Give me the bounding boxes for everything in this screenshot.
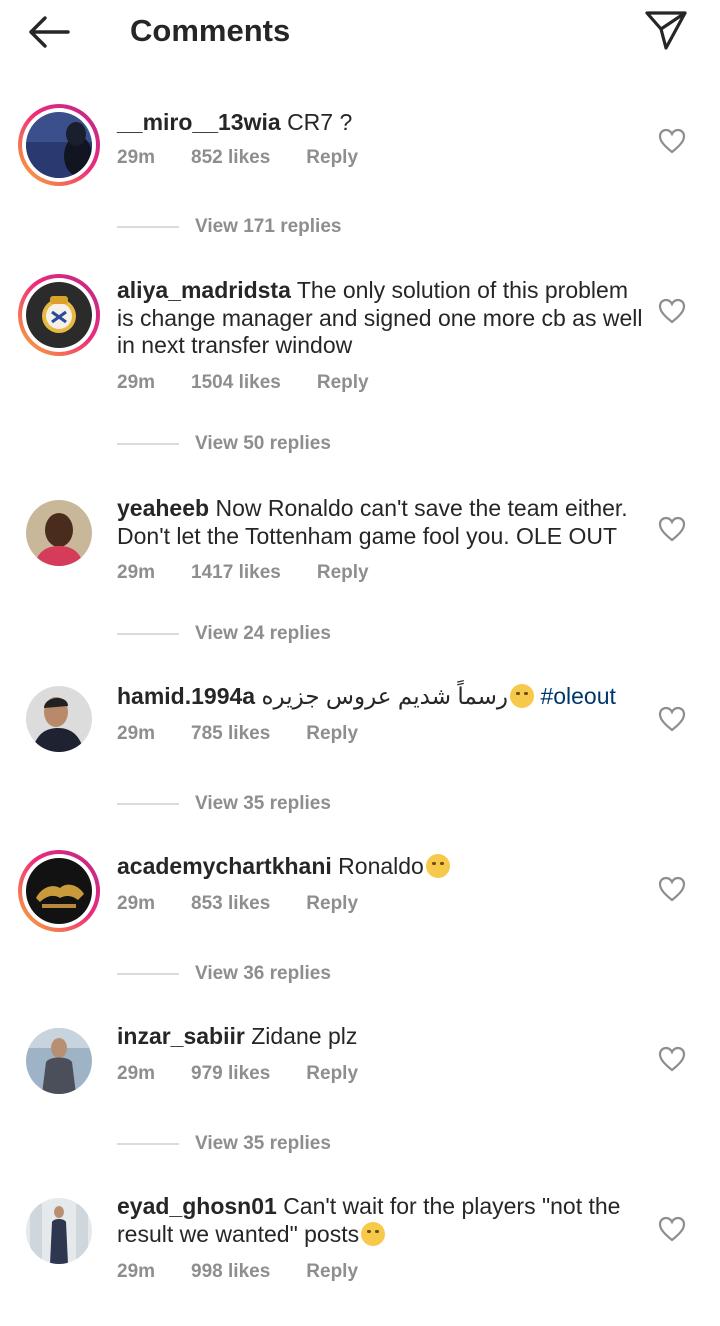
reply-button[interactable]: Reply xyxy=(306,723,358,744)
avatar[interactable] xyxy=(18,678,100,760)
comment-body: Zidane plz xyxy=(251,1023,358,1049)
heart-icon[interactable] xyxy=(658,1216,686,1242)
view-replies-button[interactable]: View 171 replies xyxy=(117,214,341,240)
replies-divider xyxy=(117,443,179,445)
reply-button[interactable]: Reply xyxy=(306,1261,358,1282)
replies-divider xyxy=(117,633,179,635)
reply-button[interactable]: Reply xyxy=(306,1063,358,1084)
comment-text: academychartkhani Ronaldo xyxy=(117,853,645,881)
view-replies-label: View 24 replies xyxy=(195,623,331,644)
view-replies-button[interactable]: View 36 replies xyxy=(117,961,331,987)
comment-likes[interactable]: 998 likes xyxy=(191,1261,270,1282)
comment-body: رسماً شدیم عروس جزیره xyxy=(261,683,509,709)
view-replies-button[interactable]: View 35 replies xyxy=(117,1131,331,1157)
comment-meta: 29m 1417 likes Reply xyxy=(117,561,405,585)
comment-hashtag[interactable]: #oleout xyxy=(540,683,615,709)
heart-icon[interactable] xyxy=(658,876,686,902)
comment-meta: 29m 1504 likes Reply xyxy=(117,371,405,395)
comment-text: hamid.1994a رسماً شدیم عروس جزیره #oleou… xyxy=(117,683,645,711)
comment-time: 29m xyxy=(117,1261,156,1282)
comment-username[interactable]: inzar_sabiir xyxy=(117,1023,245,1049)
comment-time: 29m xyxy=(117,723,156,744)
view-replies-label: View 35 replies xyxy=(195,1133,331,1154)
share-button[interactable] xyxy=(640,6,692,54)
comment-meta: 29m 998 likes Reply xyxy=(117,1260,394,1284)
comment-likes[interactable]: 785 likes xyxy=(191,723,270,744)
comment-text: __miro__13wia CR7 ? xyxy=(117,109,645,137)
comment-username[interactable]: yeaheeb xyxy=(117,495,209,521)
avatar[interactable] xyxy=(18,1020,100,1102)
heart-icon[interactable] xyxy=(658,128,686,154)
avatar[interactable] xyxy=(18,492,100,574)
pensive-face-emoji xyxy=(510,684,535,708)
view-replies-label: View 36 replies xyxy=(195,963,331,984)
comment-time: 29m xyxy=(117,893,156,914)
crying-face-emoji xyxy=(425,854,450,878)
comment-meta: 29m 785 likes Reply xyxy=(117,722,394,746)
comment-time: 29m xyxy=(117,372,156,393)
comment-likes[interactable]: 853 likes xyxy=(191,893,270,914)
comment-text: aliya_madridsta The only solution of thi… xyxy=(117,277,645,360)
page-title: Comments xyxy=(130,13,291,48)
view-replies-label: View 171 replies xyxy=(195,216,342,237)
comment-text: inzar_sabiir Zidane plz xyxy=(117,1023,645,1051)
replies-divider xyxy=(117,973,179,975)
paper-plane-icon xyxy=(645,11,687,50)
reply-button[interactable]: Reply xyxy=(317,562,369,583)
comment-username[interactable]: eyad_ghosn01 xyxy=(117,1193,277,1219)
heart-icon[interactable] xyxy=(658,706,686,732)
comment-likes[interactable]: 979 likes xyxy=(191,1063,270,1084)
comment-meta: 29m 853 likes Reply xyxy=(117,892,394,916)
reply-button[interactable]: Reply xyxy=(306,147,358,168)
view-replies-button[interactable]: View 24 replies xyxy=(117,621,331,647)
comment-username[interactable]: academychartkhani xyxy=(117,853,332,879)
avatar[interactable] xyxy=(18,274,100,356)
avatar[interactable] xyxy=(18,850,100,932)
back-button[interactable] xyxy=(22,10,74,54)
comment-body: CR7 ? xyxy=(287,109,353,135)
replies-divider xyxy=(117,226,179,228)
reply-button[interactable]: Reply xyxy=(317,372,369,393)
comment-text: yeaheeb Now Ronaldo can't save the team … xyxy=(117,495,645,550)
rolling-eyes-face-emoji xyxy=(361,1221,386,1246)
comment-username[interactable]: aliya_madridsta xyxy=(117,277,291,303)
comment-time: 29m xyxy=(117,562,156,583)
comment-likes[interactable]: 1504 likes xyxy=(191,372,281,393)
view-replies-label: View 35 replies xyxy=(195,793,331,814)
comment-meta: 29m 852 likes Reply xyxy=(117,146,394,170)
view-replies-button[interactable]: View 35 replies xyxy=(117,791,331,817)
comment-time: 29m xyxy=(117,1063,156,1084)
replies-divider xyxy=(117,1143,179,1145)
arrow-left-icon xyxy=(29,16,70,48)
comment-text: eyad_ghosn01 Can't wait for the players … xyxy=(117,1193,645,1248)
comment-meta: 29m 979 likes Reply xyxy=(117,1062,394,1086)
replies-divider xyxy=(117,803,179,805)
view-replies-button[interactable]: View 50 replies xyxy=(117,431,331,457)
comment-body: Ronaldo xyxy=(338,853,424,879)
comment-username[interactable]: __miro__13wia xyxy=(117,109,281,135)
header-bar: Comments xyxy=(0,0,720,64)
heart-icon[interactable] xyxy=(658,1046,686,1072)
reply-button[interactable]: Reply xyxy=(306,893,358,914)
comment-likes[interactable]: 1417 likes xyxy=(191,562,281,583)
heart-icon[interactable] xyxy=(658,298,686,324)
comment-username[interactable]: hamid.1994a xyxy=(117,683,255,709)
comment-likes[interactable]: 852 likes xyxy=(191,147,270,168)
comment-time: 29m xyxy=(117,147,156,168)
avatar[interactable] xyxy=(18,1190,100,1272)
heart-icon[interactable] xyxy=(658,516,686,542)
view-replies-label: View 50 replies xyxy=(195,433,331,454)
avatar[interactable] xyxy=(18,104,100,186)
